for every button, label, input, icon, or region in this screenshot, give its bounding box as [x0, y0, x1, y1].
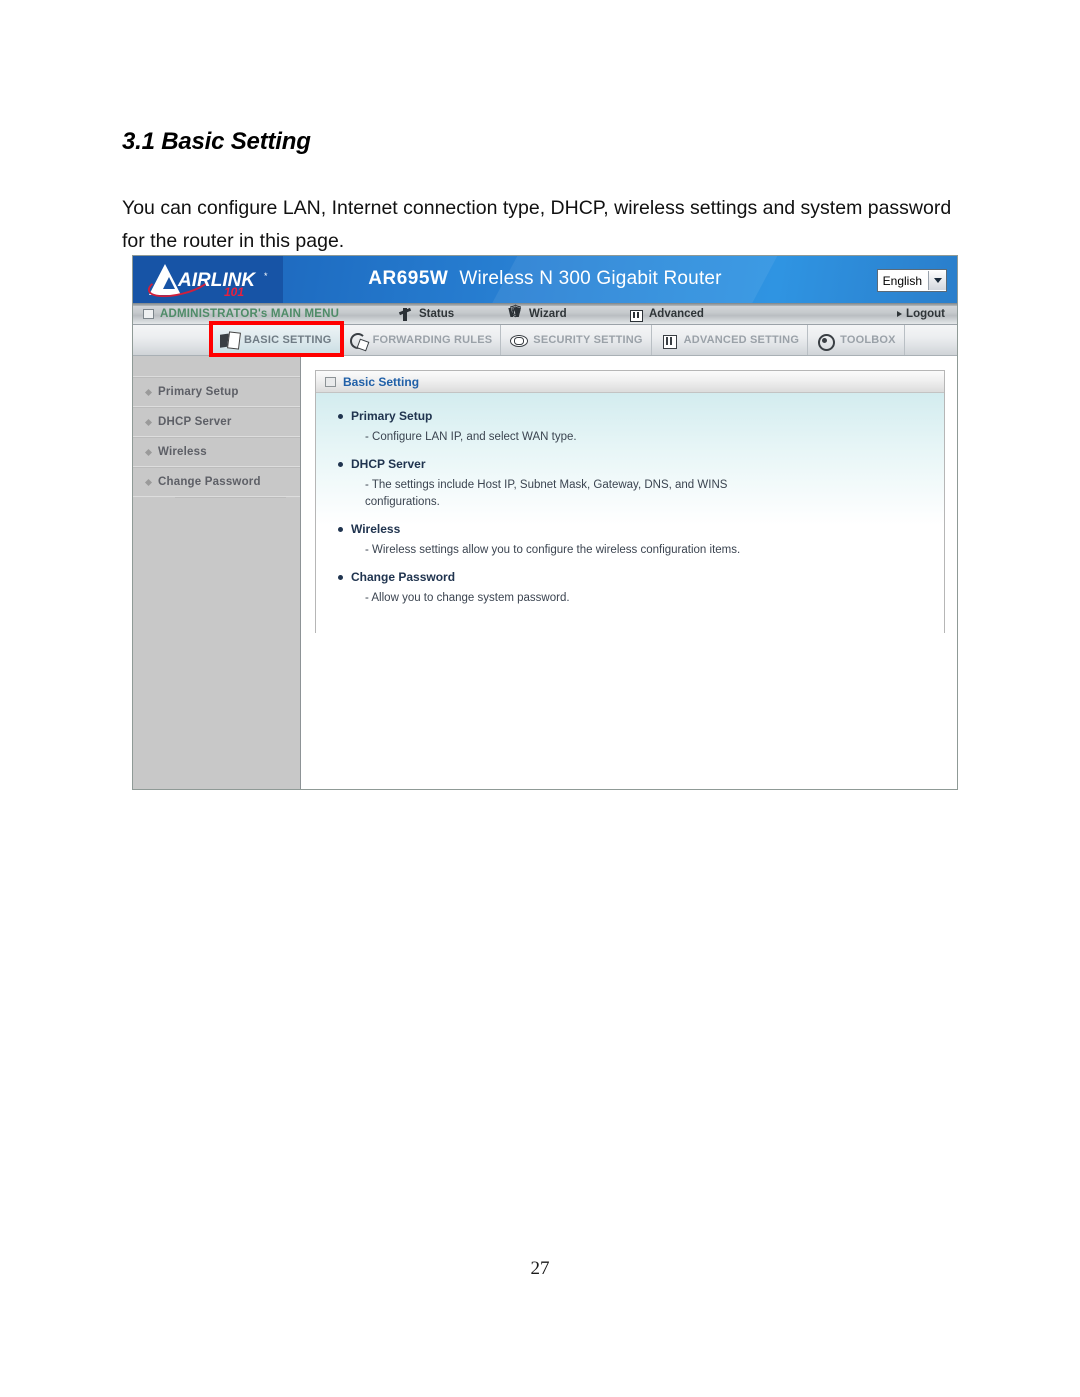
- tab-security-setting-label: SECURITY SETTING: [533, 334, 643, 346]
- content-area: Basic Setting Primary Setup - Configure …: [301, 356, 957, 789]
- language-select[interactable]: English: [876, 269, 947, 292]
- menu-item-status-label: Status: [419, 307, 455, 320]
- bullet-icon: [144, 448, 153, 456]
- router-body: Primary Setup DHCP Server Wireless Chang…: [133, 356, 957, 789]
- panel-entry-wireless: Wireless - Wireless settings allow you t…: [338, 522, 944, 559]
- tab-basic-setting[interactable]: BASIC SETTING: [211, 325, 341, 355]
- model-number: AR695W: [368, 268, 449, 289]
- logout-button[interactable]: Logout: [897, 308, 957, 320]
- bullet-icon: [338, 414, 343, 419]
- tab-forwarding-rules[interactable]: FORWARDING RULES: [341, 325, 502, 355]
- entry-title[interactable]: DHCP Server: [338, 457, 944, 471]
- window-icon: [325, 376, 336, 387]
- entry-title[interactable]: Change Password: [338, 570, 944, 584]
- administrator-main-menu-label: ADMINISTRATOR's MAIN MENU: [160, 307, 340, 320]
- sidebar-top-spacer: [133, 364, 300, 377]
- arrow-right-icon: [897, 310, 903, 317]
- window-icon: [143, 308, 154, 319]
- administrator-main-menu: ADMINISTRATOR's MAIN MENU: [133, 308, 398, 320]
- shield-icon: [509, 331, 529, 350]
- main-tab-bar: BASIC SETTING FORWARDING RULES SECURITY …: [133, 321, 957, 357]
- entry-description: - Allow you to change system password.: [365, 592, 570, 604]
- panel-entry-dhcp-server: DHCP Server - The settings include Host …: [338, 457, 944, 511]
- panel-body: Primary Setup - Configure LAN IP, and se…: [316, 393, 944, 633]
- sidebar-item-label: Primary Setup: [158, 386, 239, 398]
- entry-description: - Configure LAN IP, and select WAN type.: [365, 431, 577, 443]
- chevron-down-icon[interactable]: [928, 271, 946, 290]
- tab-security-setting[interactable]: SECURITY SETTING: [501, 325, 652, 355]
- bullet-icon: [144, 388, 153, 396]
- panel-title: Basic Setting: [343, 374, 420, 389]
- tab-advanced-setting[interactable]: ADVANCED SETTING: [652, 325, 809, 355]
- tab-basic-setting-label: BASIC SETTING: [244, 334, 332, 346]
- sidebar-item-label: Change Password: [158, 476, 261, 488]
- wizard-icon: [508, 304, 523, 321]
- tab-forwarding-rules-label: FORWARDING RULES: [372, 334, 493, 346]
- entry-title[interactable]: Wireless: [338, 522, 944, 536]
- product-title: AR695W Wireless N 300 Gigabit Router: [133, 268, 957, 290]
- panel-header: Basic Setting: [316, 371, 944, 393]
- sidebar-item-wireless[interactable]: Wireless: [133, 437, 300, 467]
- bullet-icon: [338, 575, 343, 580]
- tab-toolbox[interactable]: TOOLBOX: [808, 325, 905, 355]
- router-banner: AIRLINK * 101 AR695W Wireless N 300 Giga…: [133, 256, 957, 303]
- entry-description: - The settings include Host IP, Subnet M…: [365, 479, 728, 508]
- sidebar-item-label: DHCP Server: [158, 416, 232, 428]
- entry-title-label: Primary Setup: [351, 409, 433, 423]
- status-icon: [398, 307, 413, 321]
- documents-icon: [220, 331, 239, 350]
- bullet-icon: [338, 462, 343, 467]
- menu-item-advanced[interactable]: Advanced: [628, 307, 897, 322]
- advanced-icon: [628, 307, 643, 322]
- bullet-icon: [144, 418, 153, 426]
- arrows-icon: [349, 331, 368, 350]
- entry-title-label: DHCP Server: [351, 457, 426, 471]
- menu-item-advanced-label: Advanced: [649, 307, 704, 320]
- page-footer-number: 27: [530, 1258, 550, 1279]
- entry-description: - Wireless settings allow you to configu…: [365, 544, 741, 556]
- menu-item-wizard[interactable]: Wizard: [508, 304, 628, 321]
- logout-label: Logout: [906, 307, 945, 320]
- basic-setting-panel: Basic Setting Primary Setup - Configure …: [315, 370, 945, 633]
- entry-title-label: Change Password: [351, 570, 456, 584]
- tab-advanced-setting-label: ADVANCED SETTING: [683, 334, 800, 346]
- panel-entry-change-password: Change Password - Allow you to change sy…: [338, 570, 944, 607]
- sidebar-item-label: Wireless: [158, 446, 207, 458]
- router-ui-screenshot: AIRLINK * 101 AR695W Wireless N 300 Giga…: [132, 255, 958, 790]
- panel-entry-primary-setup: Primary Setup - Configure LAN IP, and se…: [338, 409, 944, 446]
- tab-toolbox-label: TOOLBOX: [840, 334, 896, 346]
- sidebar: Primary Setup DHCP Server Wireless Chang…: [133, 356, 301, 789]
- language-value: English: [882, 273, 922, 288]
- sidebar-item-change-password[interactable]: Change Password: [133, 467, 300, 497]
- intro-paragraph: You can configure LAN, Internet connecti…: [122, 197, 952, 252]
- entry-title[interactable]: Primary Setup: [338, 409, 944, 423]
- product-name: Wireless N 300 Gigabit Router: [459, 268, 722, 289]
- box-arrow-icon: [660, 331, 679, 350]
- sidebar-item-primary-setup[interactable]: Primary Setup: [133, 377, 300, 407]
- menu-item-wizard-label: Wizard: [529, 307, 567, 320]
- sidebar-divider: [175, 497, 286, 504]
- sidebar-item-dhcp-server[interactable]: DHCP Server: [133, 407, 300, 437]
- bullet-icon: [144, 478, 153, 486]
- bullet-icon: [338, 527, 343, 532]
- page-title: 3.1 Basic Setting: [122, 128, 311, 155]
- gear-icon: [816, 331, 836, 351]
- entry-title-label: Wireless: [351, 522, 401, 536]
- menu-item-status[interactable]: Status: [398, 307, 508, 321]
- admin-menu-strip: ADMINISTRATOR's MAIN MENU Status Wizard …: [133, 303, 957, 325]
